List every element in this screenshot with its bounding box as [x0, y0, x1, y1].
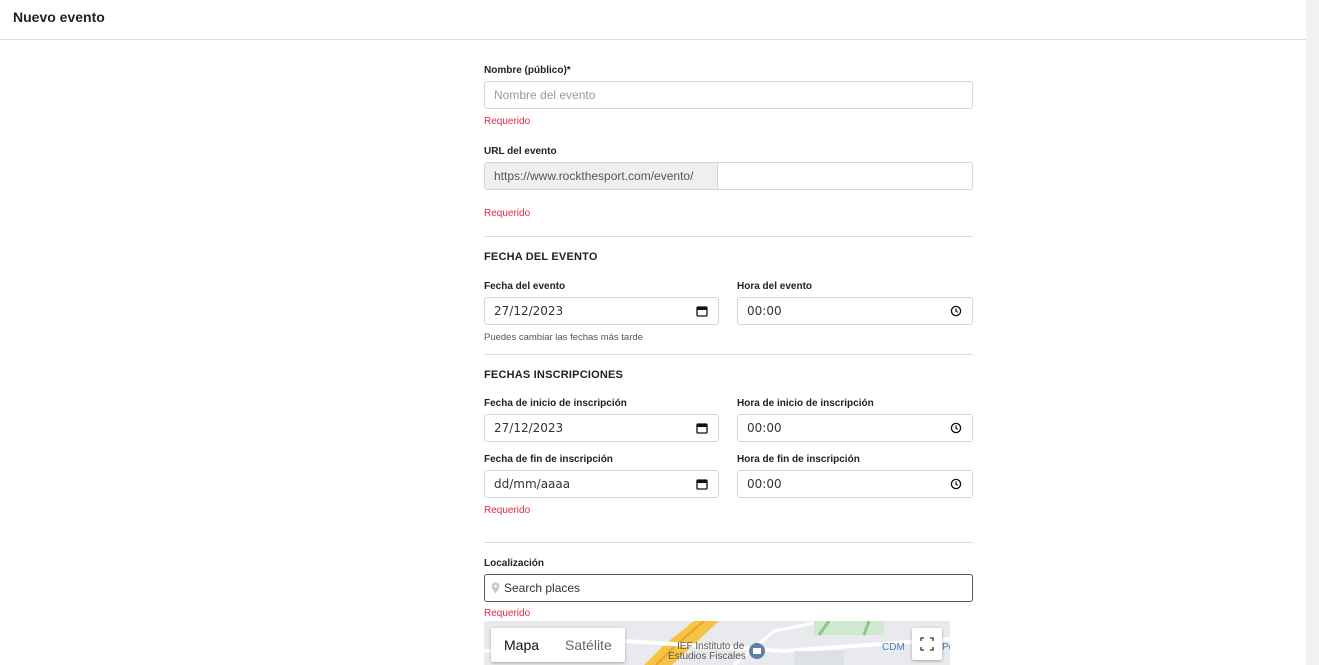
divider [484, 354, 973, 355]
map-label: Estudios Fiscales [668, 651, 746, 662]
registration-end-time-input[interactable]: 00:00 [737, 470, 973, 498]
map-type-control: Mapa Satélite [491, 628, 625, 662]
event-date-input[interactable]: 27/12/2023 [484, 297, 719, 325]
event-date-label: Fecha del evento [484, 281, 566, 292]
page-scrollbar[interactable] [1306, 0, 1319, 665]
calendar-icon[interactable] [696, 478, 708, 490]
event-time-label: Hora del evento [737, 281, 813, 292]
map-type-button-satellite[interactable]: Satélite [552, 628, 625, 662]
name-error: Requerido [484, 116, 531, 127]
registration-section-title: FECHAS INSCRIPCIONES [484, 369, 624, 381]
event-url-input[interactable] [718, 162, 973, 190]
map-pin-icon [491, 582, 500, 594]
divider [484, 542, 973, 543]
location-search-placeholder: Search places [504, 581, 581, 595]
event-date-hint: Puedes cambiar las fechas más tarde [484, 332, 643, 343]
fullscreen-button[interactable] [912, 628, 942, 660]
location-error: Requerido [484, 608, 531, 619]
registration-start-time-value: 00:00 [747, 421, 782, 435]
calendar-icon[interactable] [696, 422, 708, 434]
registration-end-time-value: 00:00 [747, 477, 782, 491]
location-search-input[interactable]: Search places [484, 574, 973, 602]
event-time-input[interactable]: 00:00 [737, 297, 973, 325]
event-date-section-title: FECHA DEL EVENTO [484, 251, 598, 263]
event-name-input[interactable]: Nombre del evento [484, 81, 973, 109]
registration-end-date-input[interactable]: dd/mm/aaaa [484, 470, 719, 498]
fullscreen-icon [920, 637, 934, 651]
divider [484, 236, 973, 237]
location-label: Localización [484, 558, 545, 569]
page-title: Nuevo evento [13, 9, 105, 25]
registration-start-date-label: Fecha de inicio de inscripción [484, 398, 627, 409]
registration-end-time-label: Hora de fin de inscripción [737, 454, 860, 465]
registration-end-date-label: Fecha de fin de inscripción [484, 454, 613, 465]
event-time-value: 00:00 [747, 304, 782, 318]
registration-start-time-input[interactable]: 00:00 [737, 414, 973, 442]
event-date-value: 27/12/2023 [494, 304, 564, 318]
location-map[interactable]: IEF Instituto de Estudios Fiscales CDM P… [484, 621, 950, 665]
clock-icon[interactable] [950, 422, 962, 434]
url-prefix: https://www.rockthesport.com/evento/ [484, 162, 718, 190]
clock-icon[interactable] [950, 305, 962, 317]
registration-end-date-value: dd/mm/aaaa [494, 477, 571, 491]
name-label: Nombre (público)* [484, 65, 571, 76]
registration-start-time-label: Hora de inicio de inscripción [737, 398, 874, 409]
map-label: Pe [942, 642, 950, 653]
clock-icon[interactable] [950, 478, 962, 490]
calendar-icon[interactable] [696, 305, 708, 317]
registration-error: Requerido [484, 505, 531, 516]
url-error: Requerido [484, 208, 531, 219]
registration-start-date-input[interactable]: 27/12/2023 [484, 414, 719, 442]
url-label: URL del evento [484, 146, 557, 157]
registration-start-date-value: 27/12/2023 [494, 421, 564, 435]
map-type-button-map[interactable]: Mapa [491, 628, 552, 662]
top-bar: Nuevo evento [0, 0, 1306, 40]
map-label: CDM [882, 642, 905, 653]
